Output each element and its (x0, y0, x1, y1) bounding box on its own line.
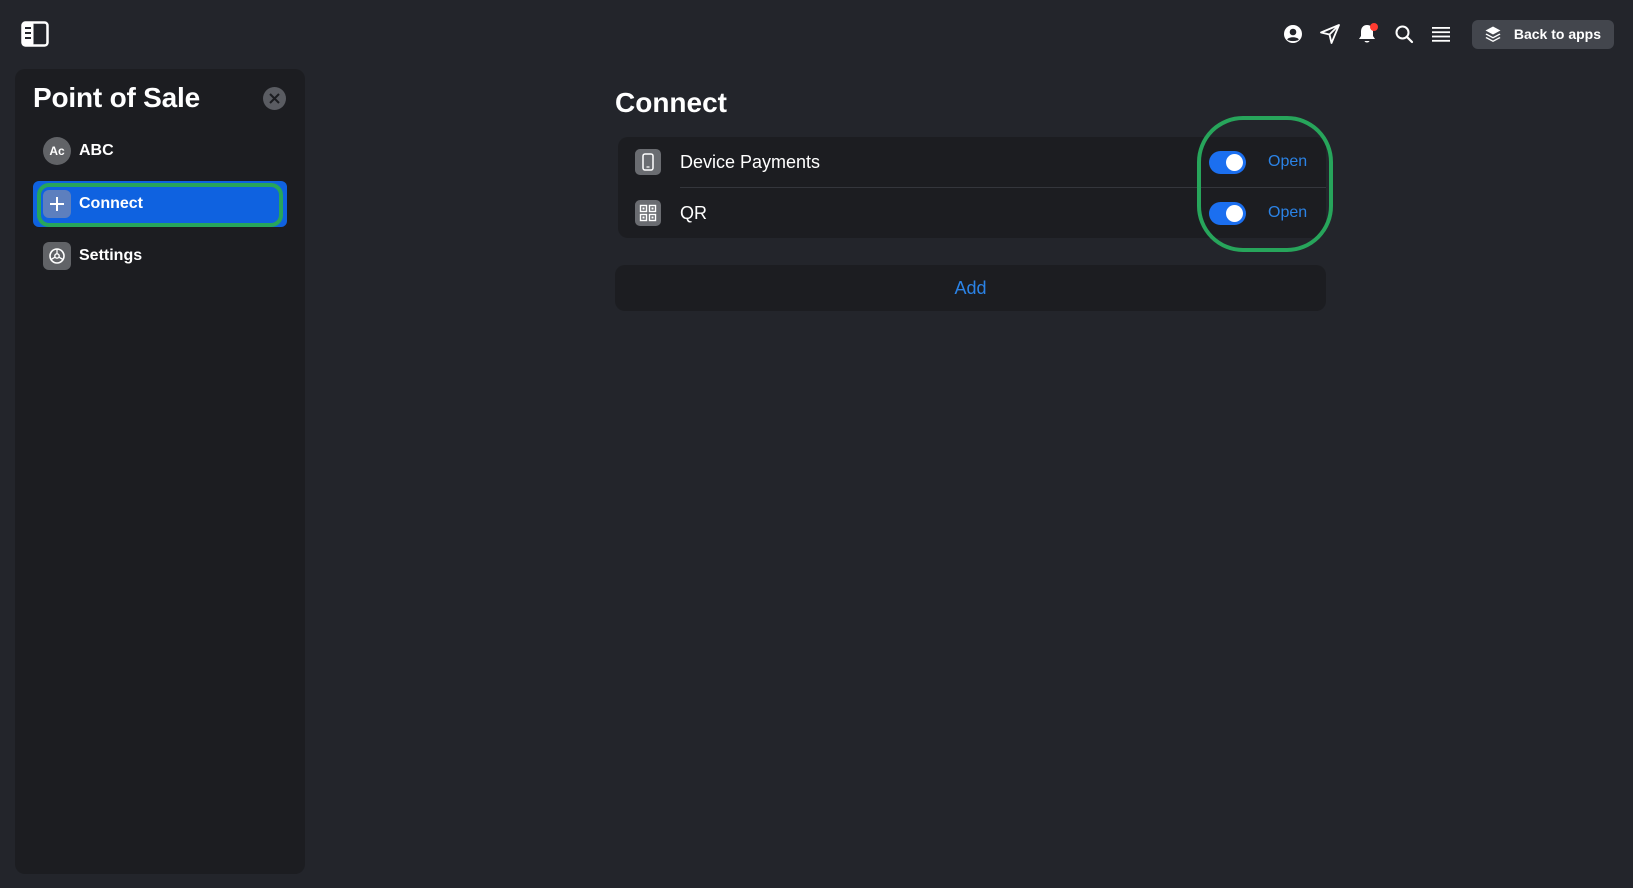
sidebar-item-settings[interactable]: Settings (33, 233, 287, 279)
qr-toggle[interactable] (1209, 201, 1246, 225)
layers-icon (1484, 25, 1502, 43)
account-icon[interactable] (1280, 21, 1306, 47)
open-qr-link[interactable]: Open (1268, 204, 1307, 222)
sidebar-item-label: Connect (79, 195, 143, 212)
notification-dot (1369, 23, 1378, 31)
qr-icon (635, 200, 661, 226)
toggle-knob (1226, 153, 1243, 171)
menu-icon[interactable] (1428, 21, 1454, 47)
list-item: QR Open (618, 188, 1326, 238)
list-item: Device Payments Open (618, 137, 1326, 187)
settings-icon (43, 242, 71, 270)
top-actions: Back to apps (1280, 19, 1614, 49)
sidebar: Point of Sale Ac ABC Connect Settings (15, 69, 305, 874)
device-payments-toggle[interactable] (1209, 150, 1246, 174)
back-to-apps-button[interactable]: Back to apps (1471, 19, 1614, 49)
phone-icon (635, 149, 661, 175)
sidebar-item-label: Settings (79, 247, 143, 264)
close-icon (269, 93, 280, 104)
add-button[interactable]: Add (615, 265, 1326, 311)
bell-icon[interactable] (1354, 21, 1380, 47)
sidebar-item-abc[interactable]: Ac ABC (33, 128, 287, 174)
connections-list: Device Payments Open QR Open (618, 137, 1326, 238)
open-device-payments-link[interactable]: Open (1268, 153, 1307, 171)
back-to-apps-label: Back to apps (1513, 26, 1601, 42)
top-bar: Back to apps (0, 0, 1633, 66)
sidebar-title: Point of Sale (33, 82, 200, 113)
page-title: Connect (615, 87, 727, 118)
search-icon[interactable] (1391, 21, 1417, 47)
connection-label: QR (680, 202, 707, 223)
close-sidebar-button[interactable] (263, 87, 286, 110)
connection-label: Device Payments (680, 151, 821, 172)
avatar: Ac (43, 137, 71, 165)
sidebar-item-label: ABC (79, 142, 114, 159)
sidebar-toggle-icon[interactable] (21, 21, 49, 47)
send-icon[interactable] (1317, 21, 1343, 47)
toggle-knob (1226, 204, 1243, 222)
sidebar-item-connect[interactable]: Connect (33, 181, 287, 227)
plus-icon (43, 190, 71, 218)
